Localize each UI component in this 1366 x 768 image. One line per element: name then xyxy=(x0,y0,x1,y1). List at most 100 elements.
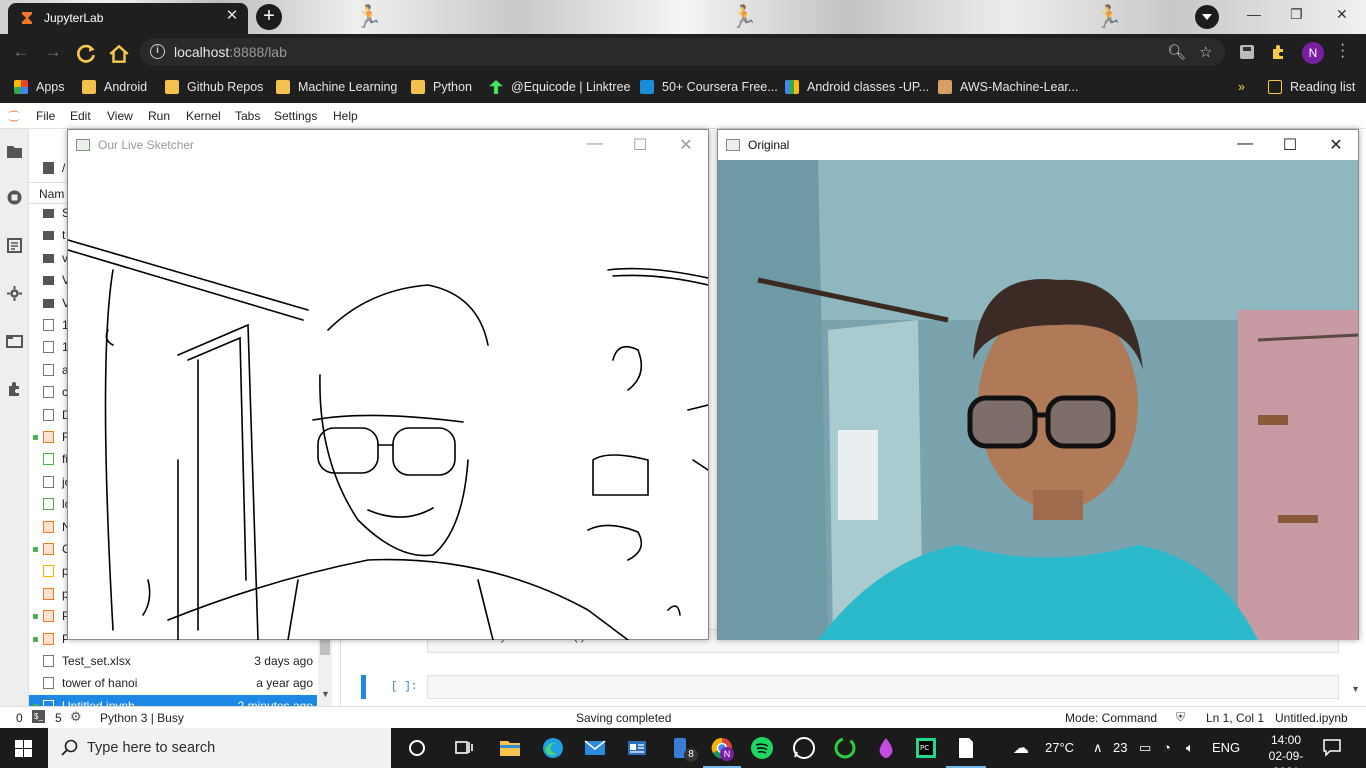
bookmark-label: @Equicode | Linktree xyxy=(511,80,631,94)
clock-time: 14:00 xyxy=(1270,733,1302,747)
weather-temp[interactable]: 27°C xyxy=(1045,740,1074,755)
app-loop-icon[interactable] xyxy=(833,736,857,760)
back-arrow-icon[interactable]: ← xyxy=(10,42,32,64)
new-tab-button[interactable]: + xyxy=(256,4,282,30)
notebook-scroll-down-icon[interactable]: ▼ xyxy=(1351,684,1360,694)
spotify-icon[interactable] xyxy=(750,736,774,760)
bookmark-label: AWS-Machine-Lear... xyxy=(960,80,1079,94)
pycharm-icon[interactable]: PC xyxy=(914,736,938,760)
whatsapp-icon[interactable] xyxy=(792,736,816,760)
kernels-count[interactable]: 5 xyxy=(55,711,62,725)
original-titlebar[interactable]: Original — ☐ ✕ xyxy=(718,130,1358,160)
input-language[interactable]: ENG xyxy=(1212,740,1240,755)
minimize-icon[interactable]: — xyxy=(1235,135,1255,153)
clock[interactable]: 14:00 02-09-2021 xyxy=(1258,732,1314,768)
folder-icon xyxy=(43,231,54,241)
sketcher-titlebar[interactable]: Our Live Sketcher — ☐ ✕ xyxy=(68,130,708,160)
close-icon[interactable]: ✕ xyxy=(676,135,696,155)
bookmarks-overflow-button[interactable]: » xyxy=(1238,78,1245,96)
cortana-icon[interactable] xyxy=(405,736,429,760)
forward-arrow-icon[interactable]: → xyxy=(42,42,64,64)
menu-help[interactable]: Help xyxy=(333,109,358,123)
menu-settings[interactable]: Settings xyxy=(274,109,317,123)
property-inspector-icon[interactable] xyxy=(6,285,23,302)
bookmark-github-repos[interactable]: Github Repos xyxy=(165,78,263,96)
window-app-icon xyxy=(76,139,90,151)
weather-cloud-icon[interactable]: ☁ xyxy=(1013,738,1029,758)
extensions-icon[interactable] xyxy=(6,381,23,398)
site-info-icon[interactable]: i xyxy=(150,44,165,59)
close-window-icon[interactable]: ✕ xyxy=(1336,6,1348,23)
minimize-icon[interactable]: — xyxy=(1247,6,1261,22)
cursor-position[interactable]: Ln 1, Col 1 xyxy=(1206,711,1264,725)
tray-overflow-chevron-icon[interactable]: ∧ xyxy=(1093,740,1103,756)
reading-list-button[interactable]: Reading list xyxy=(1268,78,1355,96)
menu-tabs[interactable]: Tabs xyxy=(235,109,260,123)
file-name: t xyxy=(62,228,66,243)
menu-kernel[interactable]: Kernel xyxy=(186,109,221,123)
browser-menu-icon[interactable]: · · · xyxy=(1340,37,1348,65)
terminals-count[interactable]: 0 xyxy=(16,711,23,725)
running-kernels-icon[interactable] xyxy=(6,189,23,206)
bookmark-python[interactable]: Python xyxy=(411,78,472,96)
mail-icon[interactable] xyxy=(583,736,607,760)
theme-runner-decoration: 🏃 xyxy=(730,4,758,29)
minimize-icon[interactable]: — xyxy=(585,135,605,153)
folder-icon[interactable] xyxy=(6,143,23,160)
zoom-icon[interactable]: 🔍︎ xyxy=(1167,43,1186,61)
save-extension-icon[interactable] xyxy=(1238,43,1256,61)
bookmark-coursera[interactable]: 50+ Coursera Free... xyxy=(640,78,778,96)
bookmark-android-classes[interactable]: Android classes -UP... xyxy=(785,78,929,96)
trusted-shield-icon[interactable]: ⛨ xyxy=(1176,710,1185,725)
original-window[interactable]: Original — ☐ ✕ xyxy=(717,129,1359,640)
android-classes-icon xyxy=(785,80,799,94)
bookmark-machine-learning[interactable]: Machine Learning xyxy=(276,78,397,96)
close-icon[interactable]: ✕ xyxy=(1326,135,1346,155)
maximize-icon[interactable]: ☐ xyxy=(630,135,650,155)
file-list-item[interactable]: Test_set.xlsx 3 days ago xyxy=(29,650,317,672)
search-icon xyxy=(61,739,78,756)
close-tab-icon[interactable]: ✕ xyxy=(224,8,240,24)
menu-run[interactable]: Run xyxy=(148,109,170,123)
notepad-icon[interactable] xyxy=(954,736,978,760)
bookmark-aws-ml[interactable]: AWS-Machine-Lear... xyxy=(938,78,1078,96)
profile-avatar[interactable]: N xyxy=(1302,42,1324,64)
scroll-thumb[interactable] xyxy=(320,639,330,655)
bookmark-star-icon[interactable]: ☆ xyxy=(1199,43,1212,61)
address-bar[interactable]: i localhost:8888/lab 🔍︎ ☆ xyxy=(140,38,1225,66)
menu-file[interactable]: File xyxy=(36,109,55,123)
edge-browser-icon[interactable] xyxy=(541,736,565,760)
wifi-icon[interactable]: ◔ xyxy=(1163,740,1171,755)
file-list-item[interactable]: tower of hanoi a year ago xyxy=(29,672,317,694)
drop-app-icon[interactable] xyxy=(874,736,898,760)
action-center-icon[interactable] xyxy=(1322,737,1342,757)
file-explorer-icon[interactable] xyxy=(498,736,522,760)
notification-count[interactable]: 23 xyxy=(1113,740,1127,755)
menu-view[interactable]: View xyxy=(107,109,133,123)
empty-code-cell[interactable] xyxy=(427,675,1339,699)
battery-icon[interactable]: ▭ xyxy=(1139,740,1151,756)
commands-icon[interactable] xyxy=(6,237,23,254)
maximize-icon[interactable]: ☐ xyxy=(1280,135,1300,155)
bookmark-equicode[interactable]: @Equicode | Linktree xyxy=(489,78,630,96)
windows-start-icon[interactable] xyxy=(15,740,32,757)
tab-jupyterlab[interactable]: JupyterLab ✕ xyxy=(8,3,248,34)
menu-edit[interactable]: Edit xyxy=(70,109,91,123)
home-icon[interactable] xyxy=(108,43,130,65)
taskbar-search-box[interactable]: Type here to search xyxy=(48,728,391,768)
folder-icon xyxy=(82,80,96,94)
restore-icon[interactable]: ❐ xyxy=(1290,6,1303,23)
bookmark-android[interactable]: Android xyxy=(82,78,147,96)
sketcher-window[interactable]: Our Live Sketcher — ☐ ✕ xyxy=(67,129,709,640)
kernel-status[interactable]: Python 3 | Busy xyxy=(100,711,184,725)
extensions-puzzle-icon[interactable] xyxy=(1270,43,1288,61)
bookmark-apps[interactable]: Apps xyxy=(14,78,65,96)
tab-search-button[interactable] xyxy=(1195,5,1219,29)
task-view-icon[interactable] xyxy=(452,736,476,760)
terminal-icon: $_ xyxy=(32,710,45,723)
scroll-down-arrow-icon[interactable]: ▼ xyxy=(321,689,330,699)
news-icon[interactable] xyxy=(625,736,649,760)
reload-icon[interactable] xyxy=(76,43,98,65)
open-tabs-icon[interactable] xyxy=(6,333,23,350)
volume-icon[interactable]: 🔈︎ xyxy=(1186,740,1194,756)
